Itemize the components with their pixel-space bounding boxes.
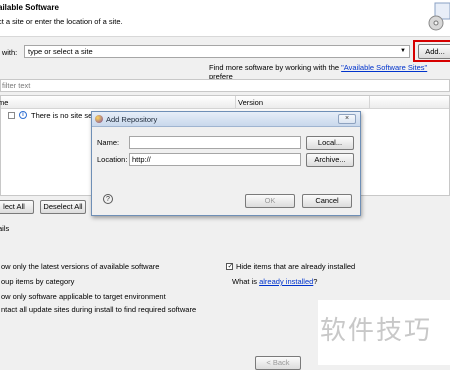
- select-all-button[interactable]: lect All: [0, 200, 34, 214]
- ok-button[interactable]: OK: [245, 194, 295, 208]
- what-is-installed-text: What is already installed?: [232, 277, 317, 286]
- close-button[interactable]: ×: [338, 114, 356, 124]
- page-subtitle: ct a site or enter the location of a sit…: [0, 17, 123, 26]
- close-icon: ×: [344, 115, 350, 122]
- dialog-title: Add Repository: [106, 115, 158, 124]
- column-divider[interactable]: [369, 96, 370, 108]
- eclipse-icon: [95, 115, 103, 123]
- cancel-button[interactable]: Cancel: [302, 194, 352, 208]
- already-installed-link[interactable]: already installed: [259, 277, 313, 286]
- available-software-sites-link[interactable]: "Available Software Sites": [341, 63, 427, 72]
- deselect-all-button[interactable]: Deselect All: [40, 200, 86, 214]
- option-label: Hide items that are already installed: [236, 262, 356, 271]
- what-prefix: What is: [232, 277, 260, 286]
- ok-label: OK: [264, 196, 276, 205]
- location-label: Location:: [97, 155, 128, 164]
- checkbox-checked[interactable]: ✓: [226, 263, 233, 270]
- option-label: ow only software applicable to target en…: [1, 292, 166, 301]
- archive-button[interactable]: Archive...: [306, 153, 354, 167]
- add-button[interactable]: Add...: [418, 44, 450, 59]
- select-all-label: lect All: [3, 202, 25, 211]
- column-header-name[interactable]: me: [0, 98, 8, 107]
- back-button[interactable]: < Back: [255, 356, 301, 370]
- info-icon: i: [19, 111, 27, 119]
- name-label: Name:: [97, 138, 120, 147]
- checkmark-icon: ✓: [227, 263, 234, 270]
- add-repository-dialog[interactable]: Add Repository × Name: Local... Location…: [91, 111, 361, 216]
- page-title: ailable Software: [0, 3, 59, 12]
- name-field[interactable]: [129, 136, 301, 149]
- find-more-prefix: Find more software by working with the: [209, 63, 342, 72]
- watermark-text: 软件技巧: [320, 316, 433, 346]
- local-button[interactable]: Local...: [306, 136, 354, 150]
- work-with-combobox[interactable]: type or select a site ▼: [24, 45, 410, 58]
- local-label: Local...: [317, 138, 343, 147]
- column-header-version[interactable]: Version: [238, 98, 263, 107]
- deselect-all-label: Deselect All: [43, 202, 83, 211]
- what-suffix: ?: [313, 277, 318, 286]
- location-field[interactable]: http://: [129, 153, 301, 166]
- column-divider[interactable]: [235, 96, 236, 108]
- cancel-label: Cancel: [315, 196, 339, 205]
- table-header: me Version: [0, 96, 449, 109]
- work-with-value: type or select a site: [28, 47, 93, 56]
- details-label: ails: [0, 224, 10, 233]
- filter-placeholder: filter text: [2, 81, 31, 90]
- help-glyph: ?: [106, 196, 110, 203]
- add-button-label: Add...: [425, 47, 445, 56]
- chevron-down-icon[interactable]: ▼: [400, 46, 406, 57]
- back-label: < Back: [266, 358, 290, 367]
- row-checkbox[interactable]: [8, 112, 15, 119]
- option-label: ntact all update sites during install to…: [1, 305, 197, 314]
- help-icon[interactable]: ?: [103, 194, 113, 204]
- option-label: oup items by category: [1, 277, 75, 286]
- filter-input[interactable]: filter text: [0, 79, 450, 92]
- archive-label: Archive...: [314, 155, 346, 164]
- work-with-label: k with:: [0, 48, 18, 57]
- install-wizard-icon: [428, 2, 450, 32]
- location-value: http://: [132, 155, 151, 164]
- option-label: ow only the latest versions of available…: [1, 262, 160, 271]
